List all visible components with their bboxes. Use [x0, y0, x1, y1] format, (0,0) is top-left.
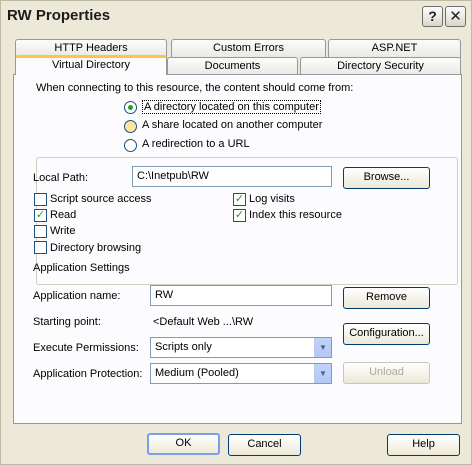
write-label[interactable]: Write [50, 225, 75, 237]
configuration-button[interactable]: Configuration... [343, 323, 430, 345]
checkbox-directory-browsing[interactable] [34, 241, 47, 254]
checkbox-script-source-access[interactable] [34, 193, 47, 206]
starting-point-value: <Default Web ...\RW [153, 316, 254, 328]
browse-button[interactable]: Browse... [343, 167, 430, 189]
local-path-label: Local Path: [33, 172, 89, 184]
radio-url-redirection-label[interactable]: A redirection to a URL [142, 138, 250, 150]
app-name-input[interactable]: RW [150, 285, 332, 306]
radio-network-share[interactable] [124, 120, 137, 133]
checkbox-log-visits[interactable]: ✓ [233, 193, 246, 206]
window-title: RW Properties [7, 7, 111, 24]
close-icon[interactable]: ✕ [445, 6, 466, 27]
radio-local-directory[interactable] [124, 101, 137, 114]
tab-virtual-directory[interactable]: Virtual Directory [15, 55, 167, 75]
tab-panel: When connecting to this resource, the co… [13, 74, 462, 424]
app-settings-heading: Application Settings [33, 262, 130, 274]
execute-permissions-select[interactable]: Scripts only ▼ [150, 337, 332, 358]
tab-asp-net[interactable]: ASP.NET [328, 39, 461, 58]
ok-button[interactable]: OK [147, 433, 220, 455]
checkbox-write[interactable] [34, 225, 47, 238]
content-source-prompt: When connecting to this resource, the co… [36, 82, 354, 94]
local-path-input[interactable]: C:\Inetpub\RW [132, 166, 332, 187]
title-bar[interactable]: RW Properties ? ✕ [1, 1, 471, 31]
remove-button[interactable]: Remove [343, 287, 430, 309]
help-title-button[interactable]: ? [422, 6, 443, 27]
script-source-access-label[interactable]: Script source access [50, 193, 151, 205]
properties-window: RW Properties ? ✕ HTTP Headers Custom Er… [0, 0, 472, 465]
help-button[interactable]: Help [387, 434, 460, 456]
directory-browsing-label[interactable]: Directory browsing [50, 242, 141, 254]
execute-permissions-label: Execute Permissions: [33, 342, 139, 354]
radio-network-share-label[interactable]: A share located on another computer [142, 119, 322, 131]
execute-permissions-value: Scripts only [155, 341, 212, 353]
chevron-down-icon[interactable]: ▼ [314, 364, 331, 383]
cancel-button[interactable]: Cancel [228, 434, 301, 456]
log-visits-label[interactable]: Log visits [249, 193, 295, 205]
checkbox-index-resource[interactable]: ✓ [233, 209, 246, 222]
app-protection-label: Application Protection: [33, 368, 143, 380]
radio-local-directory-label[interactable]: A directory located on this computer [142, 100, 321, 114]
read-label[interactable]: Read [50, 209, 76, 221]
chevron-down-icon[interactable]: ▼ [314, 338, 331, 357]
unload-button: Unload [343, 362, 430, 384]
app-protection-value: Medium (Pooled) [155, 367, 239, 379]
radio-url-redirection[interactable] [124, 139, 137, 152]
starting-point-label: Starting point: [33, 316, 101, 328]
app-protection-select[interactable]: Medium (Pooled) ▼ [150, 363, 332, 384]
app-name-label: Application name: [33, 290, 121, 302]
index-resource-label[interactable]: Index this resource [249, 209, 342, 221]
checkbox-read[interactable]: ✓ [34, 209, 47, 222]
tab-custom-errors[interactable]: Custom Errors [171, 39, 326, 58]
